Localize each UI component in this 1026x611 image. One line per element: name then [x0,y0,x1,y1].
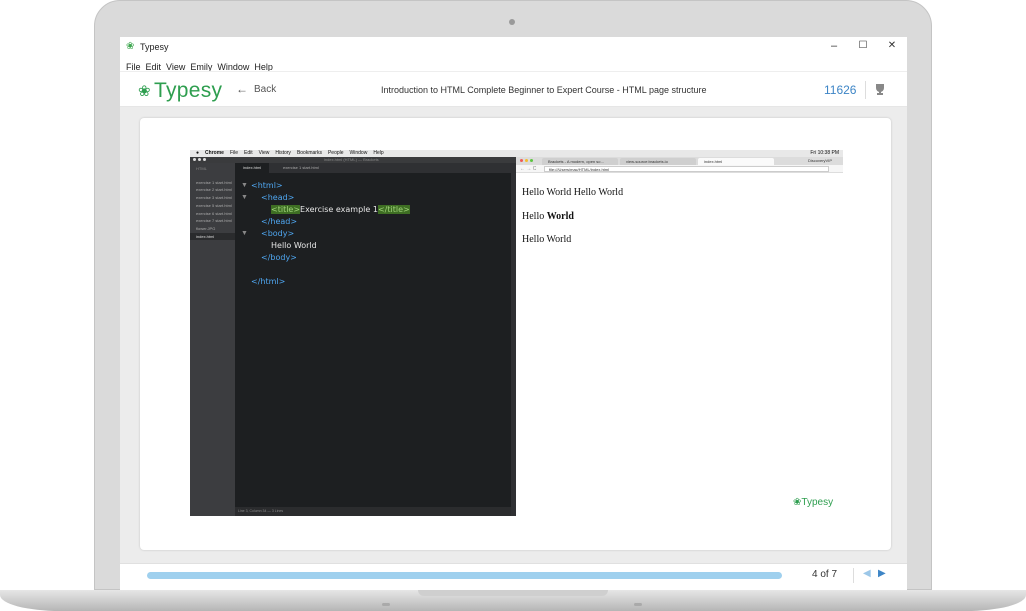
file-item: exercise 7 start.html [196,218,232,224]
browser-window: Brackets - A modern, open so… view-sourc… [516,157,843,516]
window-dot-icon [203,158,206,161]
header-divider [865,81,866,99]
lesson-footer: 4 of 7 ◀ ▶ [120,563,907,590]
watermark-text: Typesy [801,497,834,508]
code-token: </title> [377,205,410,214]
editor-tabs: index.html exercise 1 start.html [235,163,511,173]
window-dot-icon [198,158,201,161]
page-line: Hello World Hello World [522,187,624,198]
code-line: <html> [251,181,283,190]
code-line: </head> [261,217,298,226]
back-arrow-icon[interactable]: ← [236,82,248,96]
fold-arrow-icon: ▼ [241,230,248,237]
window-title: Typesy [140,42,169,52]
page-line: Hello World [522,211,574,222]
code-area: ▼ <html> ▼ <head> <title>Exercise exampl… [235,173,511,507]
mac-menu-item: File [229,150,238,156]
typesy-logo-icon: ❀ [126,41,135,52]
menu-bar: File Edit View Emily Window Help [120,57,907,72]
course-title: Introduction to HTML Complete Beginner t… [381,85,707,95]
mac-menu-item: View [258,150,270,156]
app-window: ❀ Typesy – ☐ ✕ File Edit View Emily Window He… [120,37,907,590]
typesy-watermark: ❀Typesy [793,497,834,508]
editor-tab: index.html [235,163,270,173]
file-item: exercise 1 start.html [196,179,232,185]
mac-menu-item: Edit [244,150,253,156]
code-line: </html> [251,277,286,286]
file-item: flower.JPG [196,225,216,231]
mac-menu-item: Chrome [205,150,224,156]
file-tree-header: HTML [196,166,207,171]
laptop-foot [382,603,390,606]
fold-arrow-icon: ▼ [241,194,248,201]
lesson-screenshot: ● Chrome File Edit View History Bookmarks Peopl… [190,150,843,516]
code-line: <body> [261,229,295,238]
typesy-logo-icon: ❀ [138,83,151,100]
close-button[interactable]: ✕ [885,40,899,51]
lesson-header: ❀ Typesy ← Back Introduction to HTML Com… [120,71,907,107]
browser-tab: Brackets - A modern, open so… [542,158,618,165]
window-dot-icon [193,158,196,161]
code-editor: index.html (HTML) — Brackets HTML exerci… [190,157,516,516]
file-item: exercise 2 start.html [196,187,232,193]
code-line: </body> [261,253,297,262]
next-page-icon[interactable]: ▶ [878,568,886,579]
mac-clock: Fri 10:38 PM [810,150,839,156]
browser-address-bar: ← → C file:///Users/mac/HTML/index.html [516,165,843,173]
points-counter[interactable]: 11626 [824,83,856,97]
maximize-button[interactable]: ☐ [856,40,870,51]
zoom-dot-icon [530,159,533,162]
browser-profile: DiscoveryVIP [808,158,833,163]
minimize-dot-icon [525,159,528,162]
laptop-foot [634,603,642,606]
mac-menu-item: Help [373,150,384,156]
code-token: <title> [271,205,301,214]
laptop-notch [418,590,608,596]
editor-file-tree: HTML exercise 1 start.html exercise 2 st… [190,163,235,516]
previous-page-icon[interactable]: ◀ [863,568,871,579]
page-bold-text: World [546,211,574,222]
code-line: Hello World [271,241,317,250]
mac-menu-item: Window [349,150,368,156]
lesson-progress-bar [147,572,782,579]
file-item: exercise 3 start.html [196,195,232,201]
editor-tab: exercise 1 start.html [283,165,319,170]
mac-menu-bar: ● Chrome File Edit View History Bookmarks Peopl… [190,150,843,157]
editor-status-bar: Line 3, Column 34 — 3 Lines [235,507,511,516]
page-text: Hello [522,211,545,222]
page-line: Hello World [522,234,572,245]
browser-tab: index.html [698,158,774,165]
mac-menu-item: History [275,150,291,156]
code-line: <head> [261,193,295,202]
close-dot-icon [520,159,523,162]
apple-icon: ● [196,150,200,156]
code-token: Exercise example 1 [300,205,378,214]
url-field: file:///Users/mac/HTML/index.html [544,166,829,172]
minimize-button[interactable]: – [827,40,841,52]
page-indicator: 4 of 7 [812,569,838,580]
title-bar: ❀ Typesy – ☐ ✕ [120,37,907,57]
nav-arrows-icon: ← → C [520,166,537,172]
mac-menu-item: People [327,150,344,156]
camera-icon [509,19,515,25]
footer-divider [853,568,854,583]
file-item: exercise 5 start.html [196,202,232,208]
file-item: exercise 6 start.html [196,210,232,216]
code-line: <title>Exercise example 1</title> [271,205,410,214]
fold-arrow-icon: ▼ [241,182,248,189]
file-item-active: index.html [190,232,235,241]
progress-fill [147,572,782,579]
browser-tab: view-source:brackets.io [620,158,696,165]
brand-logo[interactable]: Typesy [154,79,222,103]
trophy-icon[interactable] [873,82,887,96]
mac-menu-item: Bookmarks [296,150,322,156]
back-button[interactable]: Back [254,84,276,95]
editor-window-title: index.html (HTML) — Brackets [324,157,379,162]
browser-tab-strip: Brackets - A modern, open so… view-sourc… [516,157,843,165]
